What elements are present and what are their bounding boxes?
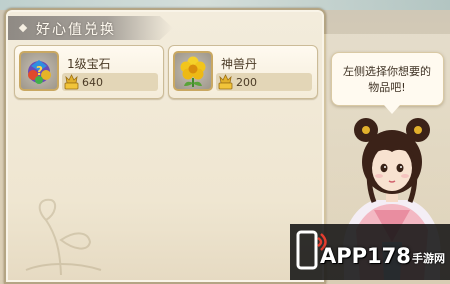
item-price: 200 — [236, 76, 257, 89]
item-card-beast-pill[interactable]: 神兽丹 200 — [168, 45, 318, 99]
watermark-suffix: 手游网 — [412, 252, 445, 265]
item-price: 640 — [82, 76, 103, 89]
game-scene: 好心值兑换 ? 1级宝石 640 神兽丹 200 左侧选择你想要的物品吧! AP… — [0, 0, 450, 284]
yellow-flower-icon — [173, 51, 213, 91]
item-name: 1级宝石 — [67, 57, 111, 71]
panel-title: 好心值兑换 — [36, 22, 116, 38]
npc-speech: 左侧选择你想要的物品吧! — [343, 65, 431, 94]
item-card-gem[interactable]: ? 1级宝石 640 — [14, 45, 164, 99]
kindness-coin-icon — [64, 74, 79, 90]
item-name: 神兽丹 — [221, 57, 258, 71]
lotus-decoration-icon — [25, 198, 102, 276]
gem-bag-icon: ? — [19, 51, 59, 91]
watermark-text: APP178 — [320, 244, 411, 268]
svg-text:?: ? — [36, 64, 43, 78]
kindness-coin-icon — [218, 74, 233, 90]
